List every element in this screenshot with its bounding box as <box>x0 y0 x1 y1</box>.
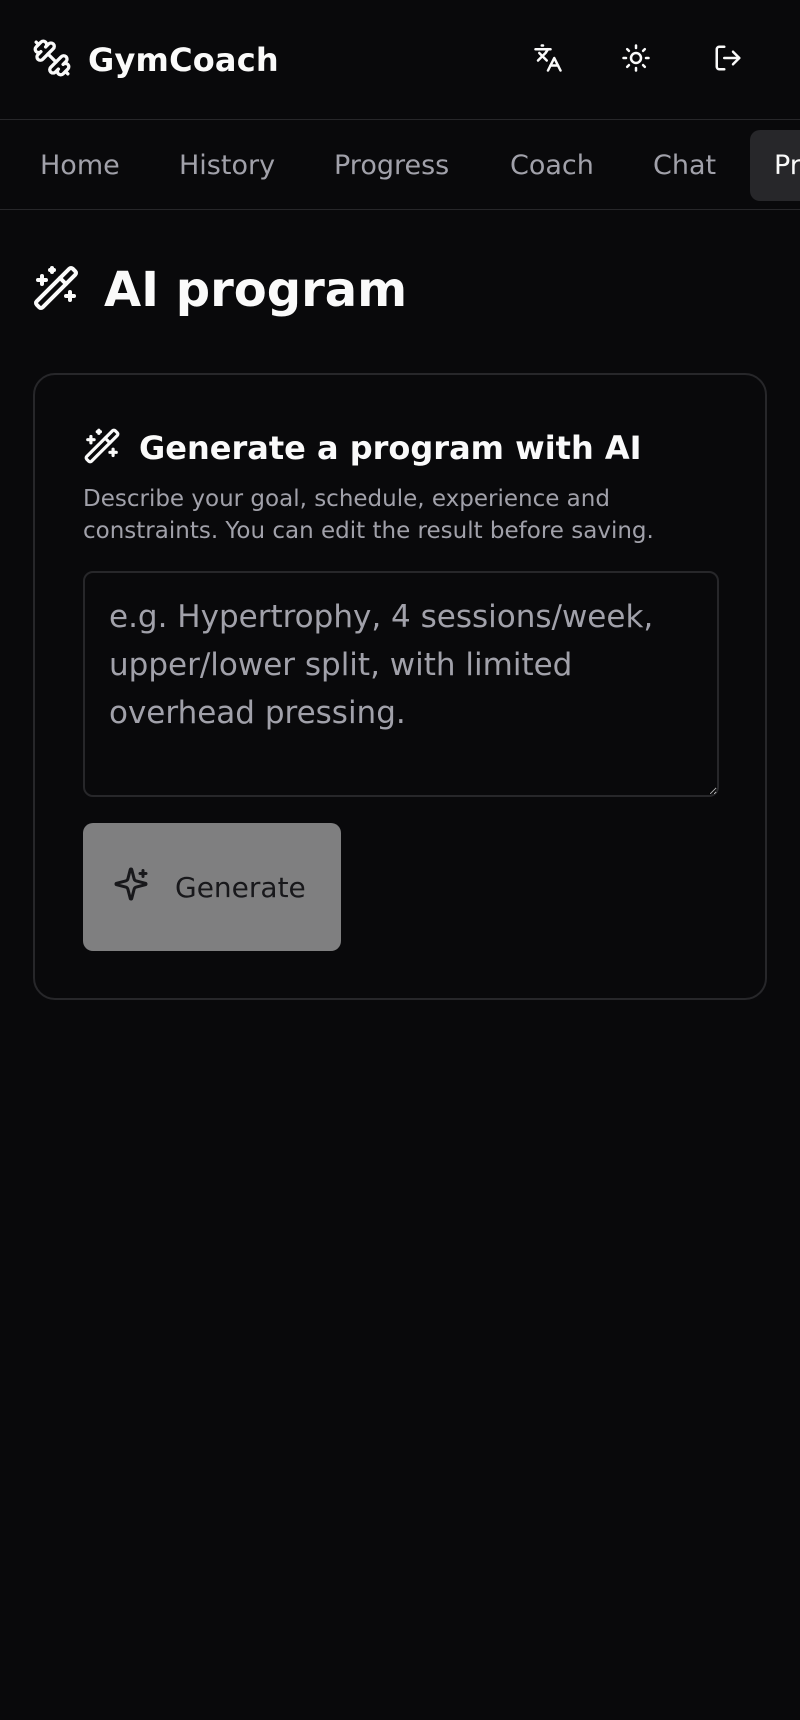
tab-history[interactable]: History <box>179 130 275 201</box>
generate-label: Generate <box>175 870 306 904</box>
theme-toggle-button[interactable] <box>612 36 660 84</box>
tab-home[interactable]: Home <box>40 130 120 201</box>
card-title: Generate a program with AI <box>139 429 642 467</box>
tab-progress[interactable]: Progress <box>334 130 449 201</box>
page-title: AI program <box>104 262 408 318</box>
main-nav: Home History Progress Coach Chat Pr <box>0 121 800 210</box>
program-prompt-input[interactable] <box>83 571 719 797</box>
sparkles-icon <box>113 866 175 909</box>
magic-wand-icon <box>32 264 80 316</box>
tab-program[interactable]: Pr <box>750 130 800 201</box>
sun-icon <box>621 43 651 77</box>
tab-chat[interactable]: Chat <box>653 130 716 201</box>
language-button[interactable] <box>524 36 572 84</box>
logout-button[interactable] <box>704 36 752 84</box>
tab-coach[interactable]: Coach <box>510 130 594 201</box>
card-description: Describe your goal, schedule, experience… <box>83 486 654 544</box>
translate-icon <box>533 43 563 77</box>
log-out-icon <box>713 43 743 77</box>
page-header: AI program <box>32 262 407 318</box>
top-bar: GymCoach <box>0 0 800 120</box>
ai-program-card: Generate a program with AI Describe your… <box>33 373 767 1000</box>
brand[interactable]: GymCoach <box>32 38 279 82</box>
magic-wand-icon <box>83 427 121 469</box>
card-header: Generate a program with AI <box>83 427 642 469</box>
app-name: GymCoach <box>88 41 279 79</box>
generate-button[interactable]: Generate <box>83 823 341 951</box>
dumbbell-icon <box>32 38 72 82</box>
